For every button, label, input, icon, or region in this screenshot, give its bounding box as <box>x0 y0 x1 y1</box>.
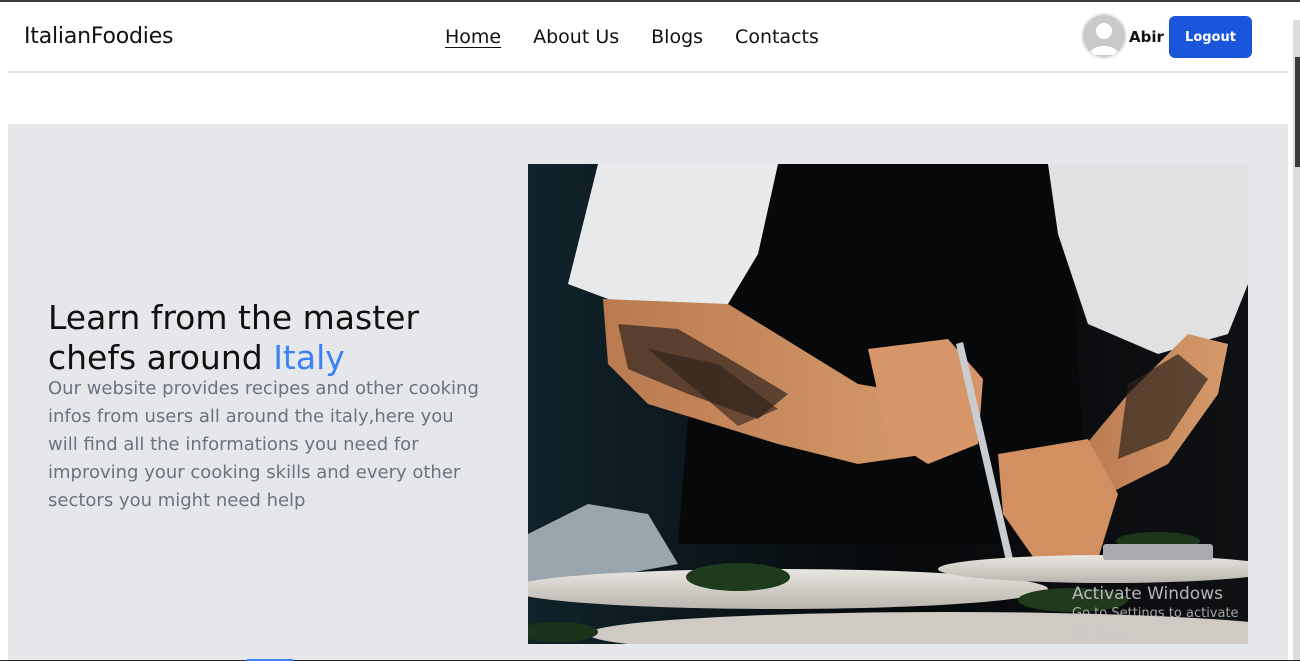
watermark-subtitle: Go to Settings to activate Windows. <box>1072 606 1239 641</box>
nav-link-about-us[interactable]: About Us <box>533 26 619 48</box>
navbar: ItalianFoodies Home About Us Blogs Conta… <box>8 2 1288 73</box>
hero-description: Our website provides recipes and other c… <box>48 378 479 511</box>
user-avatar-icon[interactable] <box>1081 13 1127 59</box>
hero-title-accent: Italy <box>273 338 345 377</box>
brand-logo[interactable]: ItalianFoodies <box>24 24 174 49</box>
nav-links: Home About Us Blogs Contacts <box>445 26 819 48</box>
hero-title-main: Learn from the master chefs around <box>48 298 420 377</box>
hero-section: Learn from the master chefs around Italy… <box>8 124 1288 661</box>
hero-title: Learn from the master chefs around Italy <box>48 298 468 378</box>
nav-link-home[interactable]: Home <box>445 26 501 48</box>
chef-plating-photo <box>528 164 1248 644</box>
username: Abir <box>1129 28 1164 46</box>
logout-button[interactable]: Logout <box>1169 16 1252 58</box>
watermark-title: Activate Windows <box>1072 584 1223 604</box>
activate-windows-watermark: Activate Windows Go to Settings to activ… <box>1072 584 1300 644</box>
nav-link-contacts[interactable]: Contacts <box>735 26 819 48</box>
page: ItalianFoodies Home About Us Blogs Conta… <box>0 2 1300 661</box>
nav-link-blogs[interactable]: Blogs <box>651 26 703 48</box>
edge-photo-strip <box>1295 57 1300 167</box>
